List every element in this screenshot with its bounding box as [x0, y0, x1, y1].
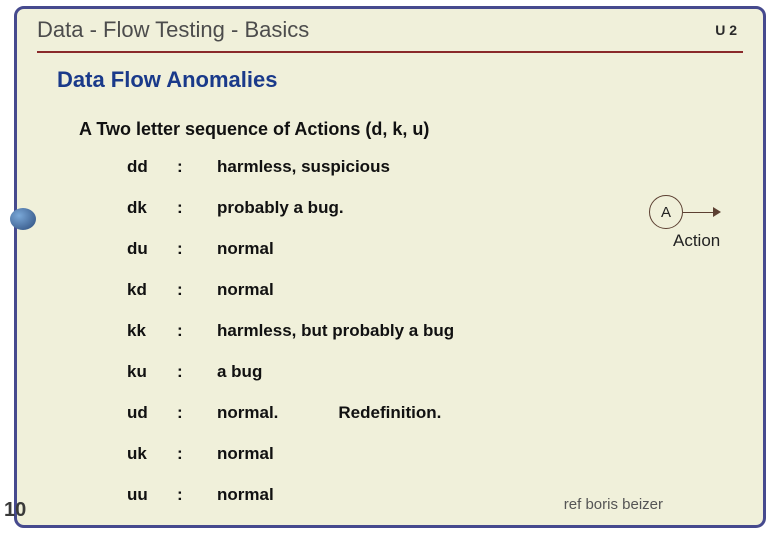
row-desc: normal.	[217, 403, 278, 423]
row-colon: :	[177, 362, 217, 382]
table-row: dd : harmless, suspicious	[127, 157, 547, 198]
anomaly-table: dd : harmless, suspicious dk : probably …	[127, 157, 547, 526]
intro-text: A Two letter sequence of Actions (d, k, …	[79, 119, 429, 140]
page-number: 10	[4, 499, 26, 522]
row-desc: harmless, but probably a bug	[217, 321, 454, 341]
row-colon: :	[177, 403, 217, 423]
table-row: kk : harmless, but probably a bug	[127, 321, 547, 362]
row-desc: normal	[217, 485, 274, 505]
row-code: uk	[127, 444, 177, 464]
slide-title: Data - Flow Testing - Basics	[37, 17, 309, 43]
row-code: dk	[127, 198, 177, 218]
arrow-head-icon	[713, 207, 721, 217]
reference-text: ref boris beizer	[564, 496, 663, 513]
table-row: ud : normal. Redefinition.	[127, 403, 547, 444]
row-code: ud	[127, 403, 177, 423]
row-colon: :	[177, 321, 217, 341]
row-colon: :	[177, 198, 217, 218]
table-row: dk : probably a bug.	[127, 198, 547, 239]
arrow-icon	[683, 212, 717, 213]
row-extra: Redefinition.	[278, 403, 441, 423]
row-code: uu	[127, 485, 177, 505]
table-row: uu : normal	[127, 485, 547, 526]
table-row: du : normal	[127, 239, 547, 280]
row-colon: :	[177, 485, 217, 505]
row-desc: normal	[217, 444, 274, 464]
row-desc: normal	[217, 280, 274, 300]
row-code: dd	[127, 157, 177, 177]
row-desc: probably a bug.	[217, 198, 344, 218]
table-row: uk : normal	[127, 444, 547, 485]
row-code: kk	[127, 321, 177, 341]
row-code: kd	[127, 280, 177, 300]
row-desc: a bug	[217, 362, 262, 382]
table-row: kd : normal	[127, 280, 547, 321]
slide-header: Data - Flow Testing - Basics U 2	[37, 13, 743, 53]
row-colon: :	[177, 280, 217, 300]
table-row: ku : a bug	[127, 362, 547, 403]
unit-tag: U 2	[715, 22, 743, 38]
row-desc: harmless, suspicious	[217, 157, 390, 177]
diagram-label: Action	[673, 231, 720, 251]
row-colon: :	[177, 444, 217, 464]
row-colon: :	[177, 157, 217, 177]
row-code: ku	[127, 362, 177, 382]
row-code: du	[127, 239, 177, 259]
diagram-node: A	[649, 195, 683, 229]
slide-frame: Data - Flow Testing - Basics U 2 Data Fl…	[14, 6, 766, 528]
action-diagram: A Action	[641, 195, 731, 255]
row-colon: :	[177, 239, 217, 259]
row-desc: normal	[217, 239, 274, 259]
bullet-decor-icon	[10, 208, 36, 230]
section-title: Data Flow Anomalies	[57, 67, 277, 93]
